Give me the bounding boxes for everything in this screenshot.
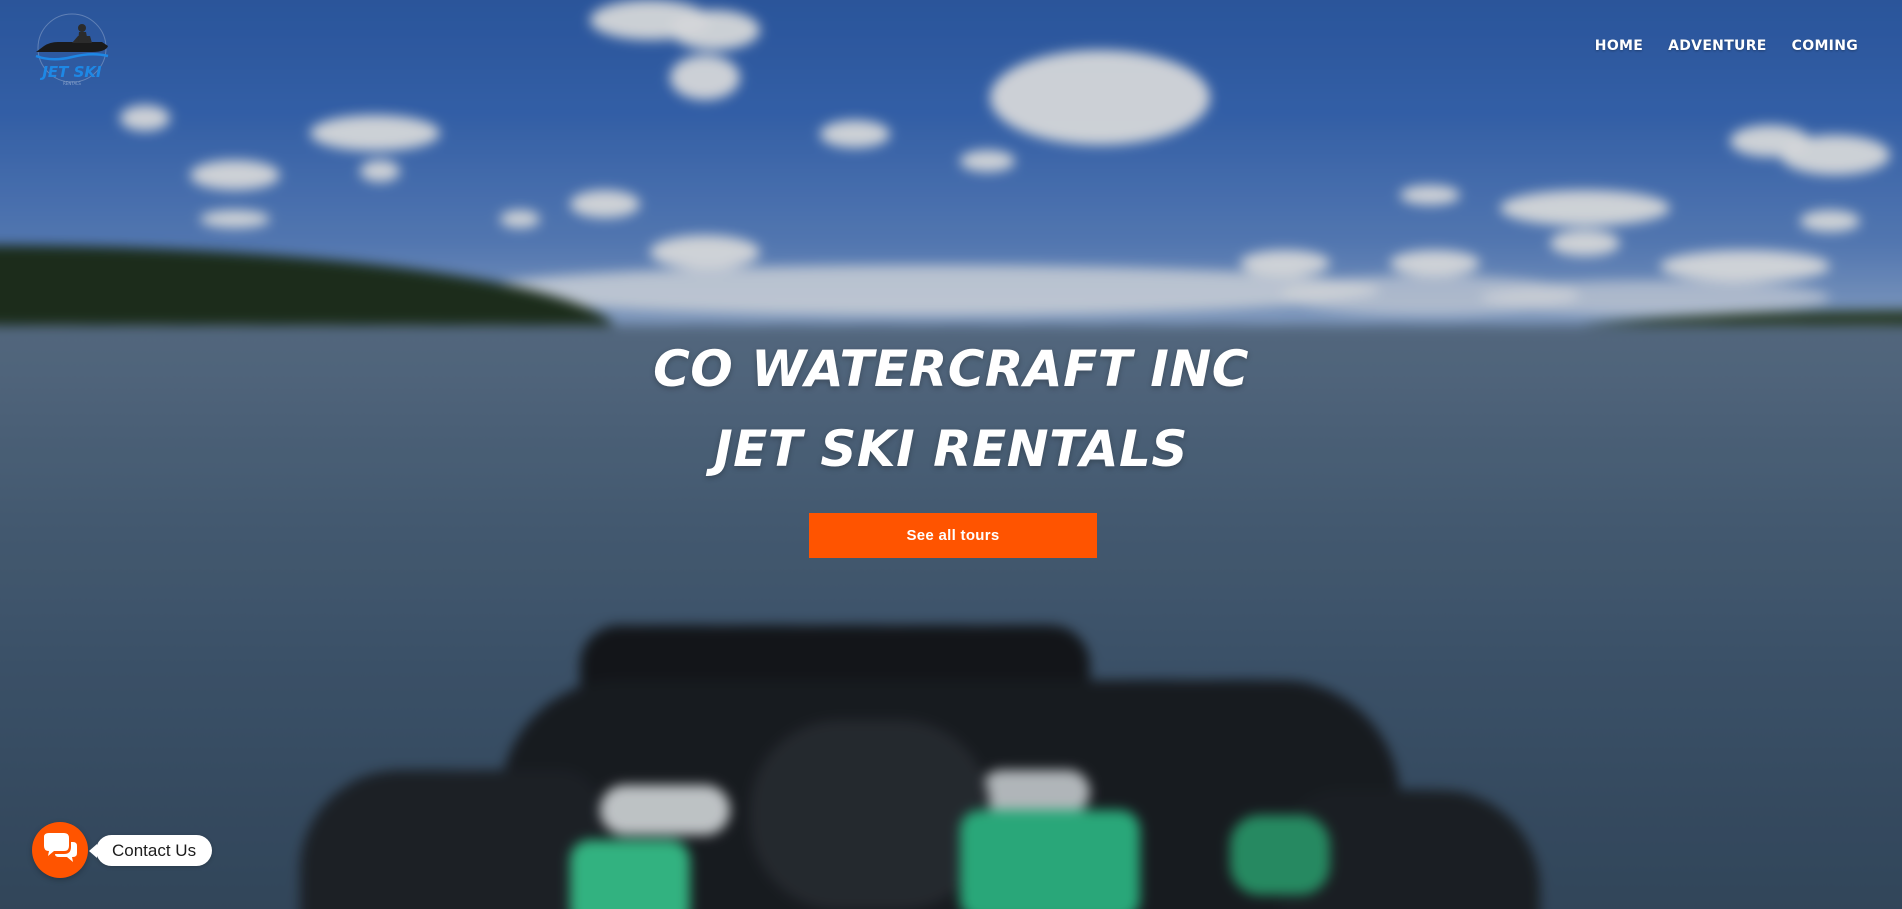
contact-chat-button[interactable]: [32, 822, 88, 878]
nav-item-coming[interactable]: COMING: [1792, 38, 1858, 54]
logo-text: JET SKI: [39, 63, 102, 81]
hero-title-line1: CO WATERCRAFT INC: [653, 340, 1249, 398]
site-logo[interactable]: JET SKI RENTALS: [32, 12, 112, 90]
chat-bubbles-icon: [40, 831, 80, 870]
nav-item-adventure[interactable]: ADVENTURE: [1668, 38, 1767, 54]
contact-us-text: Contact Us: [112, 840, 197, 860]
logo-subtext: RENTALS: [63, 81, 81, 86]
hero-title-line2: JET SKI RENTALS: [714, 420, 1188, 478]
hero-section: JET SKI RENTALS HOME ADVENTURE COMING CO…: [0, 0, 1902, 909]
contact-us-label[interactable]: Contact Us: [88, 835, 213, 866]
main-nav: HOME ADVENTURE COMING: [1595, 38, 1858, 54]
see-all-tours-button[interactable]: See all tours: [809, 513, 1097, 558]
nav-item-home[interactable]: HOME: [1595, 38, 1643, 54]
